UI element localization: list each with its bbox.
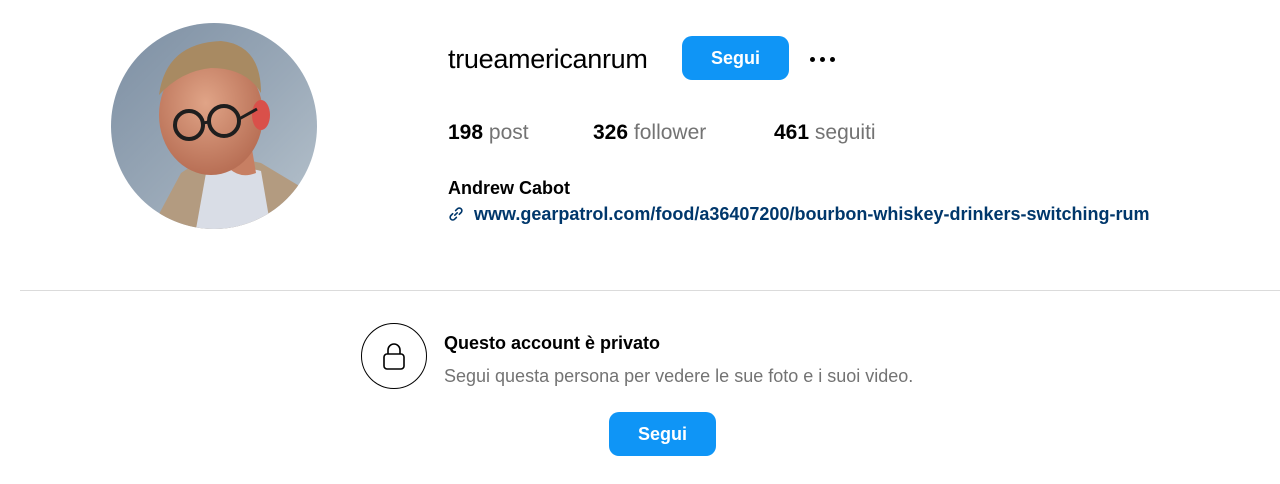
- avatar-photo: [111, 23, 317, 229]
- follow-button[interactable]: Segui: [682, 36, 789, 80]
- followers-count-label: follower: [633, 121, 707, 144]
- profile-avatar[interactable]: [111, 23, 317, 229]
- followers-count-number: 326: [593, 121, 629, 144]
- profile-username: trueamericanrum: [448, 44, 648, 74]
- more-horizontal-icon: [809, 56, 815, 62]
- followers-count[interactable]: 326 follower: [593, 119, 706, 147]
- posts-count: 198 post: [448, 119, 529, 147]
- following-count-label: seguiti: [814, 121, 876, 144]
- more-horizontal-icon-dot: [819, 56, 825, 62]
- link-icon: [448, 206, 464, 222]
- more-options-button[interactable]: [802, 43, 842, 75]
- posts-count-label: post: [488, 121, 529, 144]
- lock-icon: [361, 323, 427, 389]
- bio-link[interactable]: www.gearpatrol.com/food/a36407200/bourbo…: [448, 202, 1149, 226]
- more-horizontal-icon-dot: [829, 56, 835, 62]
- private-account-subtitle: Segui questa persona per vedere le sue f…: [444, 366, 914, 386]
- posts-count-number: 198: [448, 121, 484, 144]
- follow-button-secondary[interactable]: Segui: [609, 412, 716, 456]
- following-count-number: 461: [774, 121, 810, 144]
- bio-link-text[interactable]: www.gearpatrol.com/food/a36407200/bourbo…: [474, 204, 1149, 225]
- following-count[interactable]: 461 seguiti: [774, 119, 876, 147]
- section-divider: [20, 290, 1280, 291]
- private-account-title: Questo account è privato: [444, 333, 661, 353]
- profile-full-name: Andrew Cabot: [448, 178, 571, 198]
